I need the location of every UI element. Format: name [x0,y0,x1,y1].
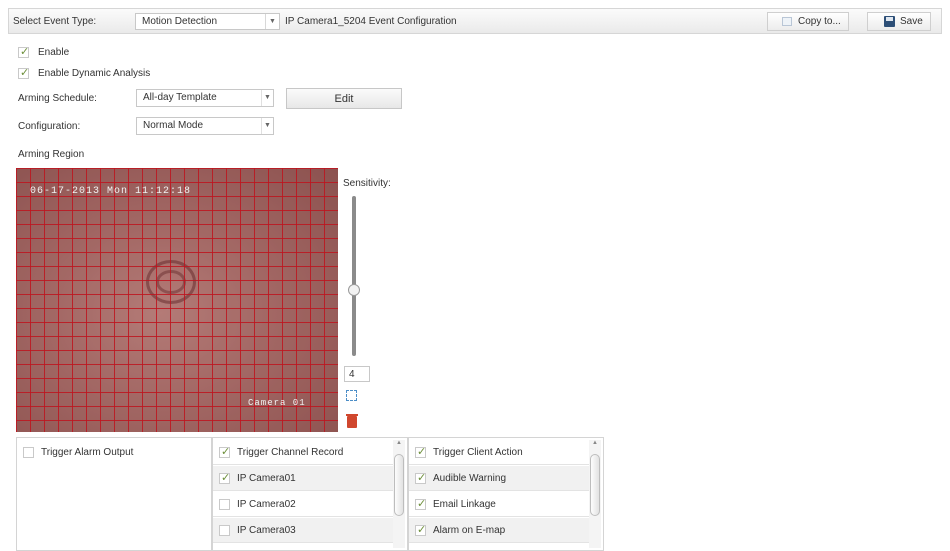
channel-record-panel: Trigger Channel Record IP Camera01 IP Ca… [212,437,408,551]
ip-camera02-label: IP Camera02 [237,499,296,510]
list-item[interactable]: Email Linkage [409,492,589,517]
audible-warning-label: Audible Warning [433,473,507,484]
list-item[interactable]: IP Camera02 [213,492,393,517]
trigger-alarm-output-checkbox[interactable] [23,447,34,458]
client-action-panel: Trigger Client Action Audible Warning Em… [408,437,604,551]
list-item[interactable]: Alarm on E-map [409,518,589,543]
arming-schedule-select[interactable]: All-day Template ▼ [136,89,274,107]
list-item[interactable]: Audible Warning [409,466,589,491]
email-linkage-checkbox[interactable] [415,497,426,510]
save-icon [884,16,895,27]
trigger-channel-record-label: Trigger Channel Record [237,447,344,458]
sensitivity-slider-handle[interactable] [348,284,360,297]
list-item[interactable]: IP Camera01 [213,466,393,491]
alarm-on-emap-label: Alarm on E-map [433,525,506,536]
ip-camera02-checkbox[interactable] [219,499,230,510]
chevron-down-icon: ▼ [261,118,273,134]
list-item[interactable]: IP Camera03 [213,518,393,543]
ip-camera03-label: IP Camera03 [237,525,296,536]
audible-warning-checkbox[interactable] [415,471,426,484]
ip-camera01-label: IP Camera01 [237,473,296,484]
edit-button[interactable]: Edit [286,88,402,109]
alarm-on-emap-checkbox[interactable] [415,523,426,536]
trigger-client-action-label: Trigger Client Action [433,447,523,458]
arming-schedule-value: All-day Template [143,92,217,103]
email-linkage-label: Email Linkage [433,499,496,510]
dynamic-analysis-label: Enable Dynamic Analysis [38,68,151,79]
scrollbar-thumb[interactable] [590,454,600,516]
enable-label: Enable [38,47,70,58]
scroll-up-icon[interactable]: ▲ [393,440,405,446]
dynamic-analysis-check-box[interactable] [18,66,29,79]
configuration-value: Normal Mode [143,120,204,131]
video-osd-time: 06-17-2013 Mon 11:12:18 [30,186,192,197]
save-button[interactable]: Save [867,12,931,31]
ip-camera03-checkbox[interactable] [219,525,230,536]
motion-detection-grid[interactable] [16,168,338,432]
list-item[interactable]: Trigger Client Action [409,440,589,465]
event-type-value: Motion Detection [142,16,218,27]
sensitivity-label: Sensitivity: [343,178,391,189]
save-label: Save [900,16,923,27]
copy-to-button[interactable]: Copy to... [767,12,849,31]
select-all-icon[interactable] [346,390,357,401]
list-item[interactable]: Trigger Channel Record [213,440,393,465]
scrollbar[interactable]: ▲ [393,440,405,548]
ip-camera01-checkbox[interactable] [219,471,230,484]
configuration-select[interactable]: Normal Mode ▼ [136,117,274,135]
event-type-select[interactable]: Motion Detection ▼ [135,13,280,30]
trigger-client-action-checkbox[interactable] [415,445,426,458]
copy-icon [782,17,792,26]
event-type-label: Select Event Type: [13,16,97,27]
config-title: IP Camera1_5204 Event Configuration [285,16,457,27]
alarm-output-panel: Trigger Alarm Output [16,437,212,551]
copy-to-label: Copy to... [798,16,841,27]
arming-region-video[interactable]: 06-17-2013 Mon 11:12:18 Camera 01 [16,168,338,432]
enable-check-box[interactable] [18,45,29,58]
list-item[interactable]: Trigger Alarm Output [17,440,197,465]
trigger-alarm-output-label: Trigger Alarm Output [41,447,134,458]
edit-label: Edit [334,93,354,105]
sensitivity-slider[interactable] [352,196,356,356]
arming-schedule-label: Arming Schedule: [18,93,97,104]
trigger-channel-record-checkbox[interactable] [219,445,230,458]
delete-icon[interactable] [346,414,358,428]
event-toolbar: Select Event Type: Motion Detection ▼ IP… [8,8,942,34]
configuration-label: Configuration: [18,121,81,132]
arming-region-label: Arming Region [18,149,85,160]
sensitivity-value: 4 [349,369,355,380]
scrollbar-thumb[interactable] [394,454,404,516]
sensitivity-value-field[interactable]: 4 [344,366,370,382]
scrollbar[interactable]: ▲ [589,440,601,548]
scroll-up-icon[interactable]: ▲ [589,440,601,446]
chevron-down-icon: ▼ [261,90,273,106]
video-osd-camera: Camera 01 [248,398,306,408]
chevron-down-icon: ▼ [265,14,279,29]
